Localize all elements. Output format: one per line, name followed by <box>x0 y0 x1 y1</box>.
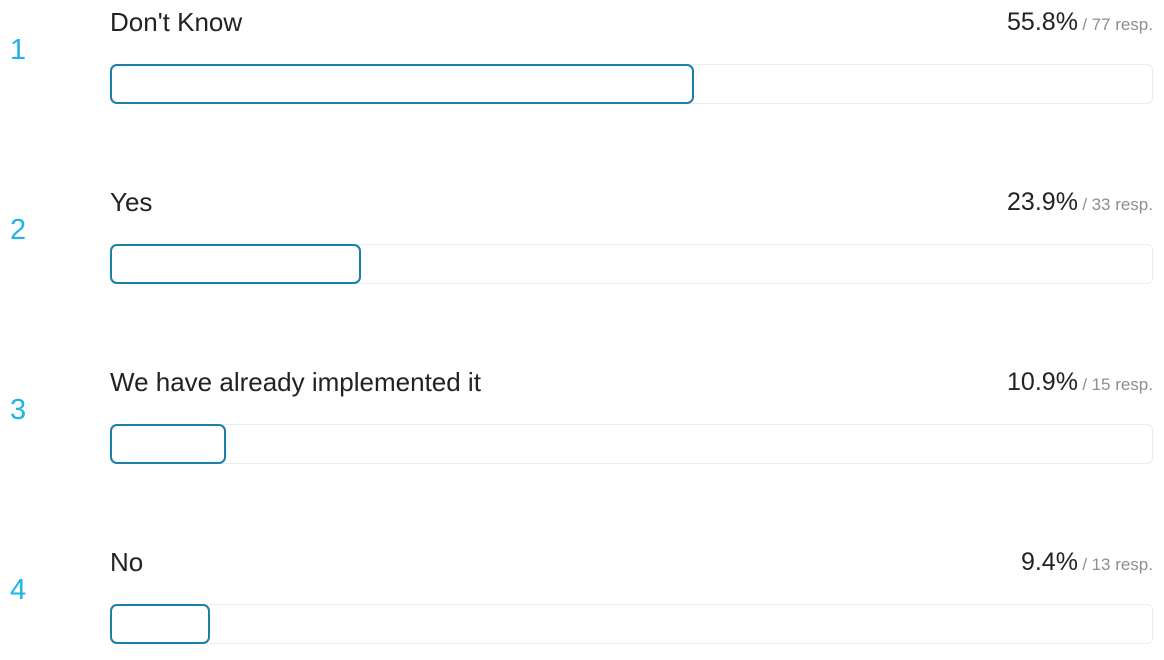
bar-track <box>110 604 1153 644</box>
bar-fill <box>110 64 694 104</box>
bar-stats: 9.4% / 13 resp. <box>1021 540 1153 588</box>
bar-fill <box>110 424 226 464</box>
bar-track <box>110 64 1153 104</box>
response-count: 15 resp. <box>1091 375 1153 394</box>
category-label: We have already implemented it <box>110 367 481 397</box>
response-count: 77 resp. <box>1091 15 1153 34</box>
category-label: No <box>110 547 144 577</box>
percentage-label: 10.9% <box>1007 368 1078 396</box>
bar-row: 4 No 9.4% / 13 resp. <box>0 540 1164 660</box>
survey-bar-chart: 1 Don't Know 55.8% / 77 resp. 2 Yes 23.9% / 3… <box>0 0 1164 644</box>
bar-stats: 10.9% / 15 resp. <box>1007 360 1153 408</box>
bar-stats: 23.9% / 33 resp. <box>1007 180 1153 228</box>
category-label: Yes <box>110 187 153 217</box>
stats-separator: / <box>1082 195 1088 214</box>
bar-stats: 55.8% / 77 resp. <box>1007 0 1153 48</box>
bar-track <box>110 424 1153 464</box>
percentage-label: 55.8% <box>1007 8 1078 36</box>
bar-fill <box>110 244 361 284</box>
response-count: 33 resp. <box>1091 195 1153 214</box>
bar-track <box>110 244 1153 284</box>
percentage-label: 9.4% <box>1020 548 1078 576</box>
stats-separator: / <box>1082 555 1088 574</box>
percentage-label: 23.9% <box>1007 188 1078 216</box>
bar-row: 2 Yes 23.9% / 33 resp. <box>0 180 1164 300</box>
stats-separator: / <box>1082 15 1088 34</box>
rank-number: 1 <box>10 34 27 66</box>
bar-fill <box>110 604 210 644</box>
bar-row: 1 Don't Know 55.8% / 77 resp. <box>0 0 1164 120</box>
category-label: Don't Know <box>110 7 243 37</box>
stats-separator: / <box>1082 375 1088 394</box>
bar-row: 3 We have already implemented it 10.9% / 1… <box>0 360 1164 480</box>
rank-number: 4 <box>10 574 27 606</box>
rank-number: 3 <box>10 394 27 426</box>
response-count: 13 resp. <box>1091 555 1153 574</box>
rank-number: 2 <box>10 214 27 246</box>
